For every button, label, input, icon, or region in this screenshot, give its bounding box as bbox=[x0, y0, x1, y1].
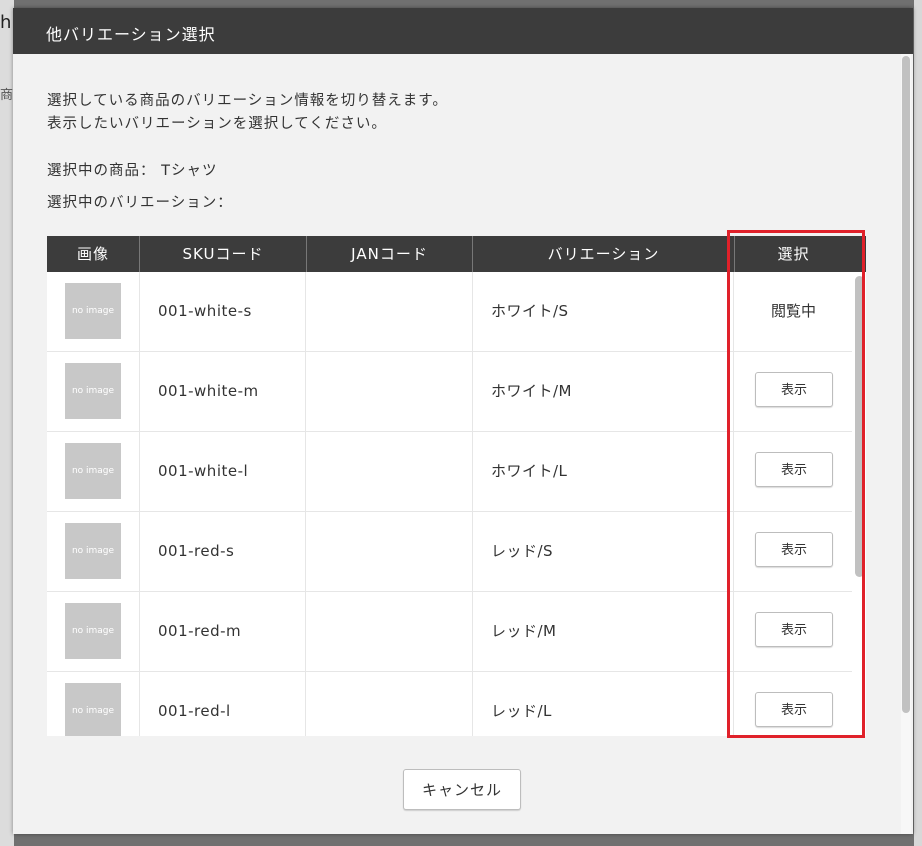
selected-variation-label: 選択中のバリエーション： bbox=[47, 195, 233, 211]
table-row: no image 001-red-s レッド/S 表示 bbox=[47, 512, 852, 592]
selected-product-value: Tシャツ bbox=[161, 163, 218, 179]
table-row: no image 001-white-m ホワイト/M 表示 bbox=[47, 352, 852, 432]
selected-product: 選択中の商品： Tシャツ bbox=[47, 159, 217, 180]
viewing-status: 閲覧中 bbox=[770, 302, 816, 320]
select-cell: 表示 bbox=[735, 352, 852, 431]
select-cell: 閲覧中 bbox=[735, 272, 852, 351]
column-header-sku: SKUコード bbox=[140, 236, 307, 272]
variation-cell: レッド/S bbox=[473, 512, 734, 591]
sku-cell: 001-white-l bbox=[140, 432, 306, 511]
modal-scrollbar[interactable] bbox=[901, 54, 911, 834]
description-line: 表示したいバリエーションを選択してください。 bbox=[47, 116, 387, 132]
jan-cell bbox=[307, 432, 473, 511]
column-header-image: 画像 bbox=[47, 236, 140, 272]
selected-product-label: 選択中の商品： bbox=[47, 163, 156, 179]
variation-cell: ホワイト/L bbox=[473, 432, 734, 511]
sku-cell: 001-white-s bbox=[140, 272, 306, 351]
no-image-thumbnail: no image bbox=[65, 683, 121, 736]
image-cell: no image bbox=[47, 672, 140, 736]
cancel-button[interactable]: キャンセル bbox=[403, 769, 521, 810]
show-variation-button[interactable]: 表示 bbox=[755, 372, 833, 407]
table-scrollbar[interactable] bbox=[852, 272, 866, 736]
sku-cell: 001-red-l bbox=[140, 672, 306, 736]
background-page-right bbox=[914, 0, 922, 846]
jan-cell bbox=[307, 672, 473, 736]
column-header-variation: バリエーション bbox=[473, 236, 735, 272]
background-page: h 商 bbox=[0, 0, 14, 846]
table-row: no image 001-white-l ホワイト/L 表示 bbox=[47, 432, 852, 512]
modal-title: 他バリエーション選択 bbox=[46, 25, 216, 44]
select-cell: 表示 bbox=[735, 592, 852, 671]
image-cell: no image bbox=[47, 432, 140, 511]
modal-scrollbar-thumb[interactable] bbox=[902, 56, 910, 713]
no-image-thumbnail: no image bbox=[65, 363, 121, 419]
background-text: h bbox=[0, 12, 12, 33]
variation-cell: ホワイト/M bbox=[473, 352, 734, 431]
variation-cell: ホワイト/S bbox=[473, 272, 734, 351]
show-variation-button[interactable]: 表示 bbox=[755, 452, 833, 487]
table-row: no image 001-white-s ホワイト/S 閲覧中 bbox=[47, 272, 852, 352]
table-scrollbar-thumb[interactable] bbox=[855, 276, 864, 577]
variation-cell: レッド/L bbox=[473, 672, 734, 736]
image-cell: no image bbox=[47, 272, 140, 351]
variation-table: 画像 SKUコード JANコード バリエーション 選択 no image 001-… bbox=[47, 236, 866, 736]
table-header: 画像 SKUコード JANコード バリエーション 選択 bbox=[47, 236, 866, 272]
show-variation-button[interactable]: 表示 bbox=[755, 692, 833, 727]
image-cell: no image bbox=[47, 512, 140, 591]
show-variation-button[interactable]: 表示 bbox=[755, 612, 833, 647]
selected-variation: 選択中のバリエーション： bbox=[47, 191, 233, 212]
show-variation-button[interactable]: 表示 bbox=[755, 532, 833, 567]
no-image-thumbnail: no image bbox=[65, 603, 121, 659]
jan-cell bbox=[307, 272, 473, 351]
column-header-select: 選択 bbox=[777, 245, 810, 263]
select-cell: 表示 bbox=[735, 672, 852, 736]
table-row: no image 001-red-l レッド/L 表示 bbox=[47, 672, 852, 736]
description-line: 選択している商品のバリエーション情報を切り替えます。 bbox=[47, 93, 448, 109]
modal-header: 他バリエーション選択 bbox=[13, 8, 913, 54]
sku-cell: 001-white-m bbox=[140, 352, 306, 431]
no-image-thumbnail: no image bbox=[65, 523, 121, 579]
no-image-thumbnail: no image bbox=[65, 443, 121, 499]
jan-cell bbox=[307, 352, 473, 431]
image-cell: no image bbox=[47, 352, 140, 431]
jan-cell bbox=[307, 592, 473, 671]
sku-cell: 001-red-s bbox=[140, 512, 306, 591]
jan-cell bbox=[307, 512, 473, 591]
image-cell: no image bbox=[47, 592, 140, 671]
column-header-jan: JANコード bbox=[307, 236, 473, 272]
modal-description: 選択している商品のバリエーション情報を切り替えます。 表示したいバリエーションを… bbox=[47, 90, 448, 136]
table-row: no image 001-red-m レッド/M 表示 bbox=[47, 592, 852, 672]
variation-select-modal: 他バリエーション選択 選択している商品のバリエーション情報を切り替えます。 表示… bbox=[13, 8, 913, 834]
no-image-thumbnail: no image bbox=[65, 283, 121, 339]
select-cell: 表示 bbox=[735, 432, 852, 511]
variation-cell: レッド/M bbox=[473, 592, 734, 671]
select-cell: 表示 bbox=[735, 512, 852, 591]
sku-cell: 001-red-m bbox=[140, 592, 306, 671]
background-text: 商 bbox=[0, 88, 14, 103]
